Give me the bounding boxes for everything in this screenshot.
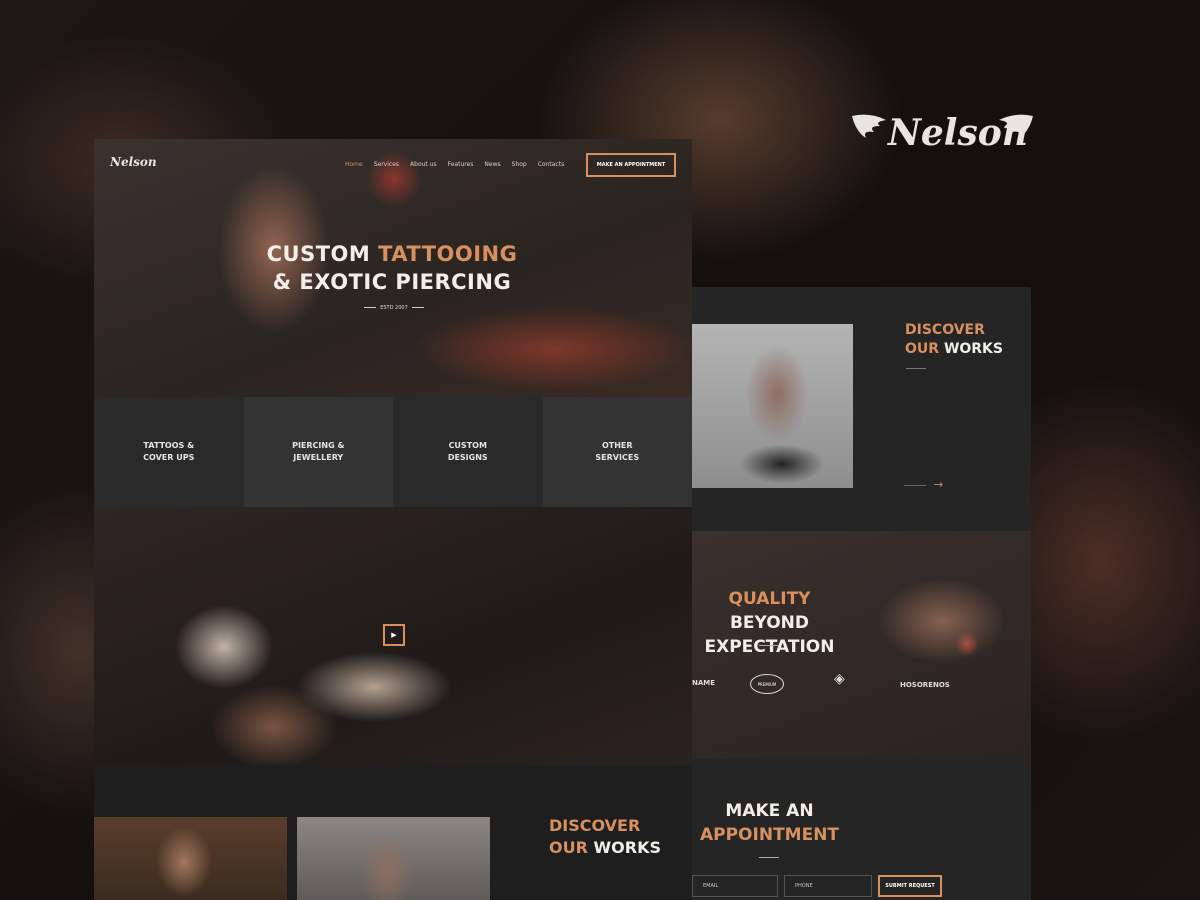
service-other[interactable]: OTHER SERVICES [542, 397, 692, 507]
service-label: SERVICES [595, 453, 640, 462]
hero-title: CUSTOM TATTOOING & EXOTIC PIERCING [262, 240, 522, 296]
quality-section: QUALITY BEYOND EXPECTATION NAME PREMIUM … [692, 531, 1031, 759]
service-label: PIERCING & [292, 441, 345, 450]
tattoo-model-photo [297, 817, 490, 900]
discover-word: DISCOVER [905, 322, 985, 338]
service-custom-designs[interactable]: CUSTOM DESIGNS [393, 397, 543, 507]
discover-word: DISCOVER [549, 816, 641, 835]
quality-heading: QUALITY BEYOND EXPECTATION [692, 587, 847, 659]
quality-word: QUALITY [728, 589, 811, 609]
hero-title-accent: TATTOOING [378, 242, 518, 266]
next-arrow-icon[interactable]: → [934, 479, 956, 491]
play-icon: ▶ [391, 631, 397, 639]
appointment-text: APPOINTMENT [699, 825, 840, 845]
expectation-word: EXPECTATION [704, 637, 835, 657]
make-an-text: MAKE AN [725, 801, 814, 821]
brand-logo-hosorenos: HOSORENOS [900, 681, 950, 689]
nav-item-about[interactable]: About us [410, 161, 437, 168]
divider [906, 368, 926, 369]
works-word: WORKS [943, 341, 1003, 357]
phone-field[interactable]: PHONE [784, 875, 872, 897]
services-strip: TATTOOS & COVER UPS PIERCING & JEWELLERY C… [94, 397, 692, 507]
brand-premium-text: PREMIUM [757, 681, 777, 687]
nav-item-features[interactable]: Features [448, 161, 474, 168]
divider [759, 857, 779, 858]
hero-section: Nelson Home Services About us Features N… [94, 139, 692, 397]
submit-request-button[interactable]: SUBMIT REQUEST [878, 875, 942, 897]
works-word: WORKS [593, 838, 662, 857]
prev-arrow-icon[interactable] [904, 485, 926, 486]
discover-works-heading: DISCOVER OUR WORKS [905, 321, 1003, 359]
main-nav: Home Services About us Features News Sho… [345, 161, 564, 168]
shield-icon: ◈ [834, 671, 845, 687]
nav-item-contacts[interactable]: Contacts [538, 161, 564, 168]
service-label: TATTOOS & [143, 441, 195, 450]
service-tattoos[interactable]: TATTOOS & COVER UPS [94, 397, 244, 507]
artist-photo [94, 817, 287, 900]
our-word: OUR [549, 838, 588, 857]
nav-item-news[interactable]: News [484, 161, 500, 168]
nav-item-services[interactable]: Services [374, 161, 399, 168]
hero-title-line2: & EXOTIC PIERCING [272, 270, 512, 294]
hero-title-word: CUSTOM [266, 242, 371, 266]
discover-works-heading-2: DISCOVER OUR WORKS [549, 815, 661, 859]
make-appointment-button[interactable]: MAKE AN APPOINTMENT [586, 153, 676, 177]
appointment-heading: MAKE AN APPOINTMENT [692, 799, 847, 847]
nav-item-shop[interactable]: Shop [512, 161, 527, 168]
video-section: ▶ [94, 507, 692, 765]
website-mockup-secondary: DISCOVER OUR WORKS → QUALITY BEYOND EXPE… [692, 287, 1031, 900]
nav-item-home[interactable]: Home [345, 161, 363, 168]
estd-label: ESTD 2007 [339, 305, 449, 311]
service-label: JEWELLERY [293, 453, 344, 462]
email-field[interactable]: EMAIL [692, 875, 778, 897]
brand-logo-premium: PREMIUM [750, 674, 784, 694]
divider [759, 645, 779, 646]
brand-logos: NAME PREMIUM ◈ HOSORENOS [692, 671, 1031, 701]
our-word: OUR [905, 341, 940, 357]
works-preview-section: DISCOVER OUR WORKS [94, 765, 692, 900]
nav-logo[interactable]: Nelson [110, 155, 157, 169]
play-button[interactable]: ▶ [383, 624, 405, 646]
beyond-word: BEYOND [729, 613, 810, 633]
service-label: OTHER [601, 441, 633, 450]
service-label: COVER UPS [143, 453, 195, 462]
service-piercing[interactable]: PIERCING & JEWELLERY [243, 397, 393, 507]
logo-text: Nelson [888, 112, 1028, 154]
website-mockup-main: Nelson Home Services About us Features N… [94, 139, 692, 900]
works-photo [692, 324, 853, 488]
nelson-logo: Nelson [850, 108, 1035, 168]
brand-logo-name: NAME [692, 679, 716, 687]
service-label: CUSTOM [448, 441, 487, 450]
service-label: DESIGNS [447, 453, 488, 462]
